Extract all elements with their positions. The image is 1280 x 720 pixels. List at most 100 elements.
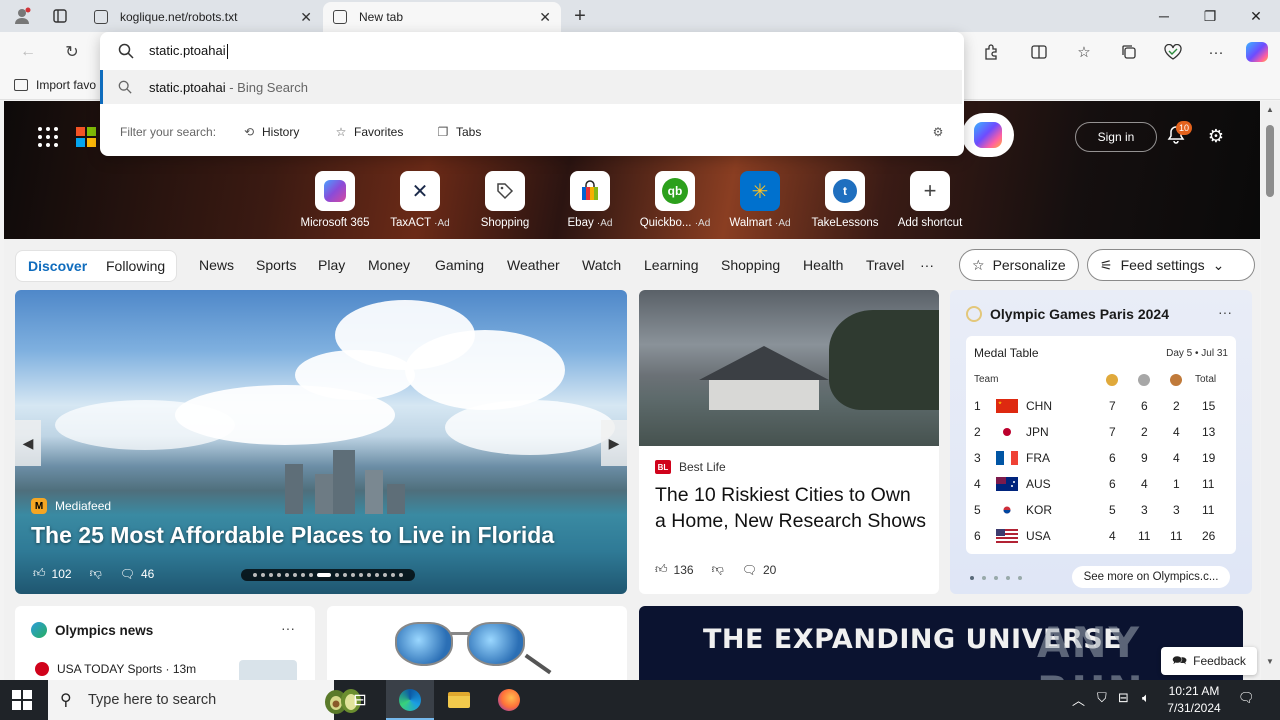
scroll-up-arrow-icon[interactable]: ▲ <box>1266 105 1274 114</box>
more-categories-button[interactable]: ··· <box>920 257 934 273</box>
medal-row[interactable]: 6 USA 4 11 11 26 <box>966 523 1236 549</box>
split-screen-icon[interactable] <box>1027 40 1051 64</box>
shortcut-quickbooks[interactable]: qb Quickbo... ·Ad <box>633 171 717 229</box>
new-tab-button[interactable]: + <box>568 4 592 28</box>
search-settings-gear-icon[interactable]: ⚙ <box>931 122 945 142</box>
article-title[interactable]: The 10 Riskiest Cities to Own a Home, Ne… <box>655 482 927 534</box>
dislike-icon[interactable]: 👎︎ <box>90 566 102 581</box>
medal-row[interactable]: 5 KOR 5 3 3 11 <box>966 497 1236 523</box>
search-suggestion[interactable]: static.ptoahai - Bing Search <box>100 70 962 104</box>
more-options-icon[interactable]: ··· <box>1218 304 1232 320</box>
shortcut-taxact[interactable]: ✕ TaxACT ·Ad <box>378 171 462 229</box>
file-explorer-icon[interactable] <box>447 688 471 712</box>
extensions-icon[interactable] <box>979 40 1003 64</box>
profile-icon[interactable] <box>12 6 32 26</box>
task-view-icon[interactable]: ⊟ <box>348 688 372 712</box>
close-window-button[interactable]: ✕ <box>1241 6 1271 26</box>
collections-icon[interactable] <box>1117 40 1141 64</box>
dislike-icon[interactable]: 👎︎ <box>712 562 724 577</box>
taskbar-search-box[interactable]: ⚲ Type here to search <box>48 680 361 720</box>
news-item[interactable]: USA TODAY Sports · 13m <box>35 662 196 676</box>
medal-row[interactable]: 3 FRA 6 9 4 19 <box>966 445 1236 471</box>
medal-row[interactable]: 1 CHN 7 6 2 15 <box>966 393 1236 419</box>
favorites-star-icon[interactable]: ☆ <box>1072 40 1096 64</box>
filter-tabs[interactable]: ❐ Tabs <box>436 122 482 142</box>
carousel-previous-button[interactable]: ◀ <box>15 420 41 466</box>
category-sports[interactable]: Sports <box>256 257 296 273</box>
firefox-icon[interactable] <box>497 688 521 712</box>
tab-discover[interactable]: Discover <box>28 258 87 274</box>
filter-favorites[interactable]: ☆ Favorites <box>334 122 404 142</box>
shortcut-walmart[interactable]: ✳ Walmart ·Ad <box>718 171 802 229</box>
browser-essentials-icon[interactable] <box>1161 40 1185 64</box>
shortcut-shopping[interactable]: Shopping <box>463 171 547 229</box>
page-scrollbar[interactable]: ▲ ▼ <box>1261 101 1280 680</box>
close-icon[interactable]: ✕ <box>539 9 551 26</box>
shortcut-microsoft-365[interactable]: Microsoft 365 <box>293 171 377 229</box>
show-hidden-icons-chevron-icon[interactable]: ︿ <box>1072 690 1085 709</box>
microsoft-logo-icon[interactable] <box>76 127 96 147</box>
sunglasses-ad-card[interactable] <box>327 606 627 680</box>
see-more-olympics-link[interactable]: See more on Olympics.c... <box>1072 566 1230 588</box>
medal-row[interactable]: 4 AUS 6 4 1 11 <box>966 471 1236 497</box>
tab-actions-icon[interactable] <box>50 6 70 26</box>
close-icon[interactable]: ✕ <box>300 9 312 26</box>
article-card-riskiest-cities[interactable]: BL Best Life The 10 Riskiest Cities to O… <box>639 290 939 594</box>
import-favorites-link[interactable]: Import favo <box>14 78 96 92</box>
edge-browser-icon[interactable] <box>398 688 422 712</box>
notification-center-icon[interactable]: 🗨︎ <box>1238 690 1255 706</box>
expanding-universe-card[interactable]: THE EXPANDING UNIVERSE ANY RUN <box>639 606 1243 680</box>
category-gaming[interactable]: Gaming <box>435 257 484 273</box>
like-icon[interactable]: 👍︎ <box>655 562 668 577</box>
network-tray-icon[interactable]: ⊟ <box>1118 690 1129 706</box>
category-weather[interactable]: Weather <box>507 257 560 273</box>
medal-row[interactable]: 2 JPN 7 2 4 13 <box>966 419 1236 445</box>
category-health[interactable]: Health <box>803 257 843 273</box>
rank: 6 <box>974 529 981 543</box>
hero-article-card[interactable]: ◀ ▶ M Mediafeed The 25 Most Affordable P… <box>15 290 627 594</box>
medal-table[interactable]: Medal Table Day 5 • Jul 31 Team Total 1 … <box>966 336 1236 554</box>
category-news[interactable]: News <box>199 257 234 273</box>
windows-start-icon[interactable] <box>12 690 32 710</box>
refresh-button[interactable]: ↻ <box>60 40 84 64</box>
category-watch[interactable]: Watch <box>582 257 621 273</box>
volume-tray-icon[interactable]: 🔈︎ <box>1142 690 1150 706</box>
category-money[interactable]: Money <box>368 257 410 273</box>
security-tray-icon[interactable]: ⛉ <box>1097 690 1107 706</box>
comment-icon[interactable]: 🗨︎ <box>120 567 135 581</box>
feed-settings-button[interactable]: ⚟ Feed settings ⌄ <box>1087 249 1255 281</box>
sign-in-button[interactable]: Sign in <box>1075 122 1157 152</box>
shortcut-ebay[interactable]: Ebay ·Ad <box>548 171 632 229</box>
app-launcher-icon[interactable] <box>38 127 58 147</box>
address-bar-input[interactable]: static.ptoahai <box>100 32 964 70</box>
carousel-next-button[interactable]: ▶ <box>601 420 627 466</box>
tab-following[interactable]: Following <box>106 258 165 274</box>
tab-new-tab[interactable]: New tab ✕ <box>323 2 561 32</box>
tab-robots[interactable]: koglique.net/robots.txt ✕ <box>84 2 322 32</box>
minimize-button[interactable]: ─ <box>1149 6 1179 26</box>
add-shortcut-button[interactable]: + Add shortcut <box>888 171 972 229</box>
filter-history[interactable]: ⟲ History <box>242 122 299 142</box>
more-options-icon[interactable]: ··· <box>281 620 295 636</box>
feedback-button[interactable]: 🗪︎ Feedback <box>1161 647 1257 675</box>
more-options-icon[interactable]: ··· <box>1204 40 1228 64</box>
copilot-button[interactable] <box>962 113 1014 157</box>
personalize-button[interactable]: ☆ Personalize <box>959 249 1079 281</box>
scroll-down-arrow-icon[interactable]: ▼ <box>1266 657 1274 666</box>
back-button[interactable]: ← <box>16 40 40 64</box>
page-settings-gear-icon[interactable]: ⚙ <box>1205 125 1227 147</box>
taskbar-clock[interactable]: 10:21 AM 7/31/2024 <box>1166 683 1222 717</box>
category-shopping[interactable]: Shopping <box>721 257 780 273</box>
restore-button[interactable]: ❐ <box>1195 6 1225 26</box>
category-travel[interactable]: Travel <box>866 257 904 273</box>
article-title[interactable]: The 25 Most Affordable Places to Live in… <box>31 522 554 549</box>
scrollbar-thumb[interactable] <box>1266 125 1274 197</box>
category-learning[interactable]: Learning <box>644 257 699 273</box>
category-play[interactable]: Play <box>318 257 345 273</box>
olympics-news-card: Olympics news ··· USA TODAY Sports · 13m <box>15 606 315 680</box>
copilot-icon[interactable] <box>1245 40 1269 64</box>
comment-count: 46 <box>141 566 155 581</box>
like-icon[interactable]: 👍︎ <box>33 566 46 581</box>
shortcut-takelessons[interactable]: t TakeLessons <box>803 171 887 229</box>
comment-icon[interactable]: 🗨︎ <box>742 563 757 577</box>
